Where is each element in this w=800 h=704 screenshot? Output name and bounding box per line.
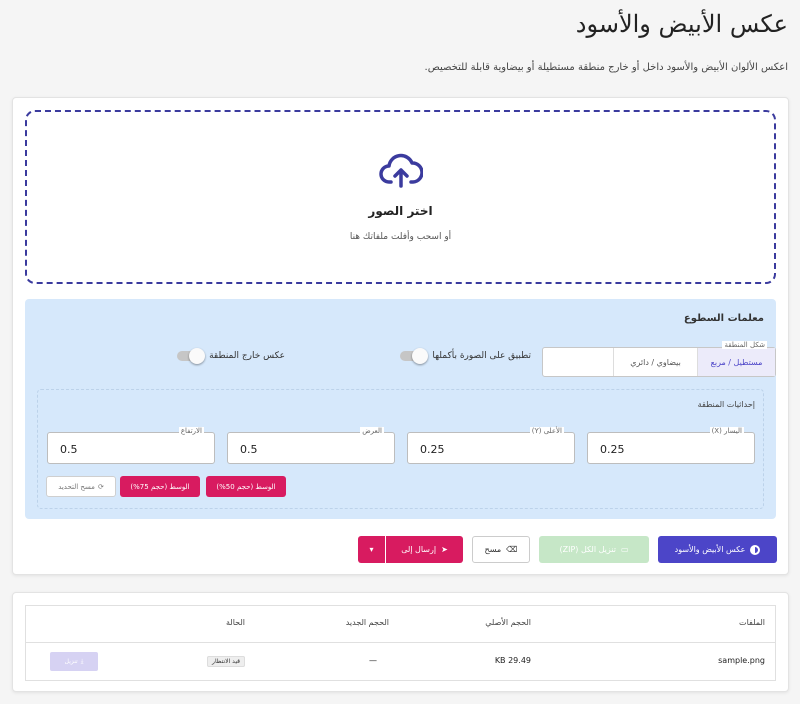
x-field: اليسار (X) <box>587 427 755 464</box>
download-icon: ⤓ <box>80 657 84 665</box>
download-zip-button[interactable]: ▭ تنزيل الكل (ZIP) <box>539 536 649 563</box>
main-card: اختر الصور أو اسحب وأفلت ملفاتك هنا معلم… <box>12 97 789 575</box>
send-to-button[interactable]: ➤ إرسال إلى <box>386 536 463 563</box>
whole-image-toggle[interactable] <box>400 348 429 364</box>
file-status: قيد الانتظار <box>207 656 245 667</box>
y-field: الأعلى (Y) <box>407 427 575 464</box>
file-download-label: تنزيل <box>64 658 78 665</box>
height-field: الارتفاع <box>47 427 215 464</box>
height-field-label: الارتفاع <box>178 427 204 435</box>
whole-image-label: تطبيق على الصورة بأكملها <box>432 351 531 361</box>
header-divider <box>26 642 775 643</box>
files-card: الملفات الحجم الأصلي الحجم الجديد الحالة… <box>12 592 789 692</box>
height-input[interactable] <box>60 439 200 459</box>
shape-legend: شكل المنطقة <box>722 341 767 349</box>
coordinates-section: إحداثيات المنطقة اليسار (X) الأعلى (Y) ا… <box>37 389 764 509</box>
folder-icon: ▭ <box>620 545 629 554</box>
invert-button-label: عكس الأبيض والأسود <box>674 545 746 554</box>
x-field-label: اليسار (X) <box>709 427 744 435</box>
chevron-down-icon: ▾ <box>369 545 374 554</box>
file-original-size: 29.49 KB <box>494 656 531 665</box>
upload-title: اختر الصور <box>368 204 433 218</box>
file-download-cell: ⤓ تنزيل <box>50 652 98 671</box>
upload-dropzone[interactable]: اختر الصور أو اسحب وأفلت ملفاتك هنا <box>25 110 776 284</box>
send-to-dropdown-button[interactable]: ▾ <box>358 536 385 563</box>
width-field: العرض <box>227 427 395 464</box>
invert-outside-label: عكس خارج المنطقة <box>209 351 285 361</box>
width-field-label: العرض <box>360 427 384 435</box>
file-name: sample.png <box>718 656 765 665</box>
shape-selector: شكل المنطقة مستطيل / مربع بيضاوي / دائري <box>542 341 776 377</box>
header-original-size: الحجم الأصلي <box>485 618 531 627</box>
parameters-title: معلمات السطوع <box>683 313 764 324</box>
page-description: اعكس الألوان الأبيض والأسود داخل أو خارج… <box>424 62 788 73</box>
cloud-upload-icon <box>378 153 423 188</box>
header-status: الحالة <box>226 618 245 627</box>
x-input[interactable] <box>600 439 740 459</box>
header-files: الملفات <box>739 618 765 627</box>
header-new-size: الحجم الجديد <box>345 618 389 627</box>
invert-button[interactable]: عكس الأبيض والأسود <box>658 536 777 563</box>
y-input[interactable] <box>420 439 560 459</box>
refresh-icon: ⟳ <box>97 482 104 491</box>
clear-icon: ⌫ <box>506 545 518 554</box>
invert-outside-toggle-group: عكس خارج المنطقة <box>177 348 285 364</box>
shape-option-ellipse[interactable]: بيضاوي / دائري <box>613 348 697 376</box>
files-table: الملفات الحجم الأصلي الحجم الجديد الحالة… <box>25 605 776 681</box>
file-new-size: — <box>369 656 377 665</box>
page-title: عكس الأبيض والأسود <box>575 10 788 38</box>
preset-center-75-button[interactable]: الوسط (حجم 75%) <box>120 476 200 497</box>
parameters-panel: معلمات السطوع شكل المنطقة مستطيل / مربع … <box>25 299 776 519</box>
shape-option-rectangle[interactable]: مستطيل / مربع <box>697 348 775 376</box>
width-input[interactable] <box>240 439 380 459</box>
reset-selection-button[interactable]: ⟳ مسح التحديد <box>46 476 116 497</box>
contrast-icon <box>750 544 761 555</box>
status-badge: قيد الانتظار <box>207 656 245 667</box>
clear-button[interactable]: ⌫ مسح <box>472 536 530 563</box>
invert-outside-toggle[interactable] <box>177 348 206 364</box>
y-field-label: الأعلى (Y) <box>529 427 564 435</box>
clear-button-label: مسح <box>484 545 502 554</box>
send-to-label: إرسال إلى <box>401 545 437 554</box>
shape-empty-segment <box>543 348 613 376</box>
whole-image-toggle-group: تطبيق على الصورة بأكملها <box>400 348 531 364</box>
coordinates-title: إحداثيات المنطقة <box>697 400 755 409</box>
download-zip-label: تنزيل الكل (ZIP) <box>559 545 616 554</box>
upload-subtitle: أو اسحب وأفلت ملفاتك هنا <box>349 232 452 242</box>
preset-center-50-button[interactable]: الوسط (حجم 50%) <box>206 476 286 497</box>
file-download-button[interactable]: ⤓ تنزيل <box>50 652 98 671</box>
reset-selection-label: مسح التحديد <box>58 482 95 491</box>
send-icon: ➤ <box>441 545 448 554</box>
